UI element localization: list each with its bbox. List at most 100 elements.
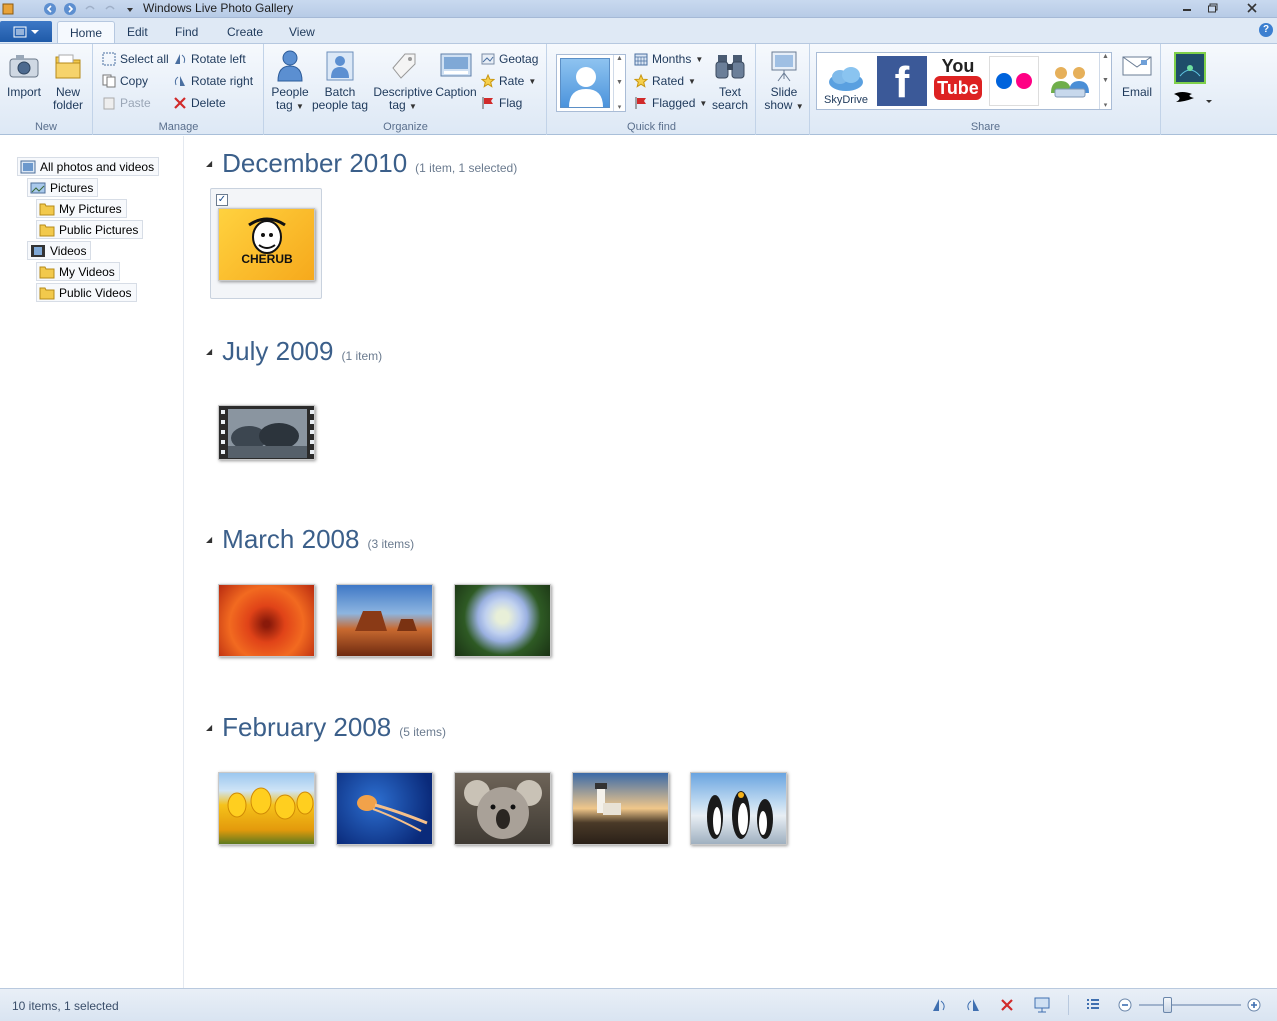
copy-button[interactable]: Copy [102,72,148,90]
caption-button[interactable]: Caption [433,48,479,99]
nav-item-public-pictures[interactable]: Public Pictures [36,220,144,239]
folder-icon [39,265,55,279]
collapse-triangle-icon[interactable]: ◢ [206,535,212,544]
flagged-button[interactable]: Flagged ▼ [634,94,707,112]
photo-thumbnail-lighthouse[interactable] [572,772,669,845]
zoom-in-icon[interactable] [1245,997,1263,1013]
collapse-triangle-icon[interactable]: ◢ [206,347,212,356]
tab-find[interactable]: Find [163,21,210,43]
account-picture-icon[interactable] [1174,52,1206,84]
photo-thumbnail-chrysanthemum[interactable] [218,584,315,657]
email-button[interactable]: Email [1117,48,1157,99]
minimize-button[interactable] [1174,0,1200,16]
group-label-manage: Manage [158,121,199,133]
person-thumbnail-icon[interactable] [560,58,610,108]
photo-thumbnail[interactable]: CHERUB [218,208,315,281]
photo-thumbnail-penguins[interactable] [690,772,787,845]
collapse-triangle-icon[interactable]: ◢ [206,159,212,168]
delete-icon[interactable] [998,997,1016,1013]
details-view-icon[interactable] [1084,997,1102,1013]
import-button[interactable]: Import [4,48,44,99]
tab-create[interactable]: Create [215,21,275,43]
caption-icon [438,48,474,84]
geotag-button[interactable]: Geotag [481,50,538,68]
tag-icon [385,48,421,84]
nav-item-videos[interactable]: Videos [27,241,92,260]
email-icon [1119,48,1155,84]
app-menu-button[interactable] [0,21,52,42]
app-icon[interactable] [0,1,16,17]
nav-item-pictures[interactable]: Pictures [27,178,99,197]
section-header[interactable]: ◢ February 2008 (5 items) [206,712,446,743]
months-button[interactable]: Months ▼ [634,50,703,68]
mesa-image [355,611,417,631]
new-folder-button[interactable]: New folder [48,48,88,112]
people-gallery-scroll[interactable]: ▲ ▼ ▾ [613,55,625,111]
redacted-name-icon [1174,92,1212,103]
nav-item-my-pictures[interactable]: My Pictures [36,199,127,218]
skydrive-button[interactable]: SkyDrive [820,56,872,106]
section-header[interactable]: ◢ July 2009 (1 item) [206,336,382,367]
rotate-right-icon[interactable] [964,997,982,1013]
slide-show-button[interactable]: Slide show ▼ [763,48,805,113]
rotate-left-button[interactable]: Rotate left [173,50,246,68]
nav-item-all-photos[interactable]: All photos and videos [17,157,160,176]
group-share: SkyDrive f You Tube ▲ ▼ ▾ Email Share [811,44,1161,135]
tulips-image [227,787,314,820]
photo-thumbnail-jellyfish[interactable] [336,772,433,845]
text-search-button[interactable]: Text search [710,48,750,112]
photo-thumbnail-desert[interactable] [336,584,433,657]
film-icon [30,244,46,258]
customize-qat-icon[interactable] [122,1,138,17]
calendar-icon [634,52,648,66]
gallery-view: ◢ December 2010 (1 item, 1 selected) ✓ C… [186,136,1277,988]
close-button[interactable] [1238,0,1266,16]
batch-people-tag-button[interactable]: Batch people tag [311,48,369,112]
undo-icon[interactable] [82,1,98,17]
section-header[interactable]: ◢ March 2008 (3 items) [206,524,414,555]
section-header[interactable]: ◢ December 2010 (1 item, 1 selected) [206,148,517,179]
nav-item-public-videos[interactable]: Public Videos [36,283,137,302]
zoom-slider-track[interactable] [1139,1004,1241,1006]
photo-thumbnail-tulips[interactable] [218,772,315,845]
facebook-button[interactable]: f [877,56,927,106]
slideshow-icon[interactable] [1033,997,1051,1013]
photo-thumbnail-koala[interactable] [454,772,551,845]
forward-icon[interactable] [62,1,78,17]
rotate-right-icon [173,74,187,88]
tab-view[interactable]: View [277,21,327,43]
redo-icon[interactable] [102,1,118,17]
share-gallery-scroll[interactable]: ▲ ▼ ▾ [1099,53,1111,109]
group-share-button[interactable] [1045,56,1095,106]
zoom-out-icon[interactable] [1116,997,1134,1013]
tab-edit[interactable]: Edit [115,21,160,43]
photo-thumbnail-hydrangea[interactable] [454,584,551,657]
delete-icon [173,96,187,110]
youtube-button[interactable]: You Tube [934,56,982,106]
people-gallery[interactable]: ▲ ▼ ▾ [556,54,626,112]
paste-button[interactable]: Paste [102,94,151,112]
video-thumbnail[interactable] [218,405,315,460]
geotag-icon [481,52,495,66]
svg-text:CHERUB: CHERUB [241,252,293,266]
rate-button[interactable]: Rate ▼ [481,72,536,90]
restore-button[interactable] [1200,0,1226,16]
flag-button[interactable]: Flag [481,94,522,112]
account-name-button[interactable] [1170,88,1214,108]
status-bar: 10 items, 1 selected [0,988,1277,1021]
back-icon[interactable] [42,1,58,17]
flickr-button[interactable] [989,56,1039,106]
rotate-left-icon[interactable] [930,997,948,1013]
tab-home[interactable]: Home [57,21,116,43]
select-all-button[interactable]: Select all [102,50,169,68]
descriptive-tag-button[interactable]: Descriptive tag ▼ [372,48,434,113]
nav-item-my-videos[interactable]: My Videos [36,262,120,281]
rotate-right-button[interactable]: Rotate right [173,72,253,90]
collapse-triangle-icon[interactable]: ◢ [206,723,212,732]
people-tag-button[interactable]: People tag ▼ [270,48,310,113]
zoom-slider-thumb[interactable] [1163,997,1172,1013]
rated-button[interactable]: Rated ▼ [634,72,696,90]
delete-button[interactable]: Delete [173,94,226,112]
selection-checkbox[interactable]: ✓ [216,194,228,206]
help-icon[interactable]: ? [1259,23,1273,37]
